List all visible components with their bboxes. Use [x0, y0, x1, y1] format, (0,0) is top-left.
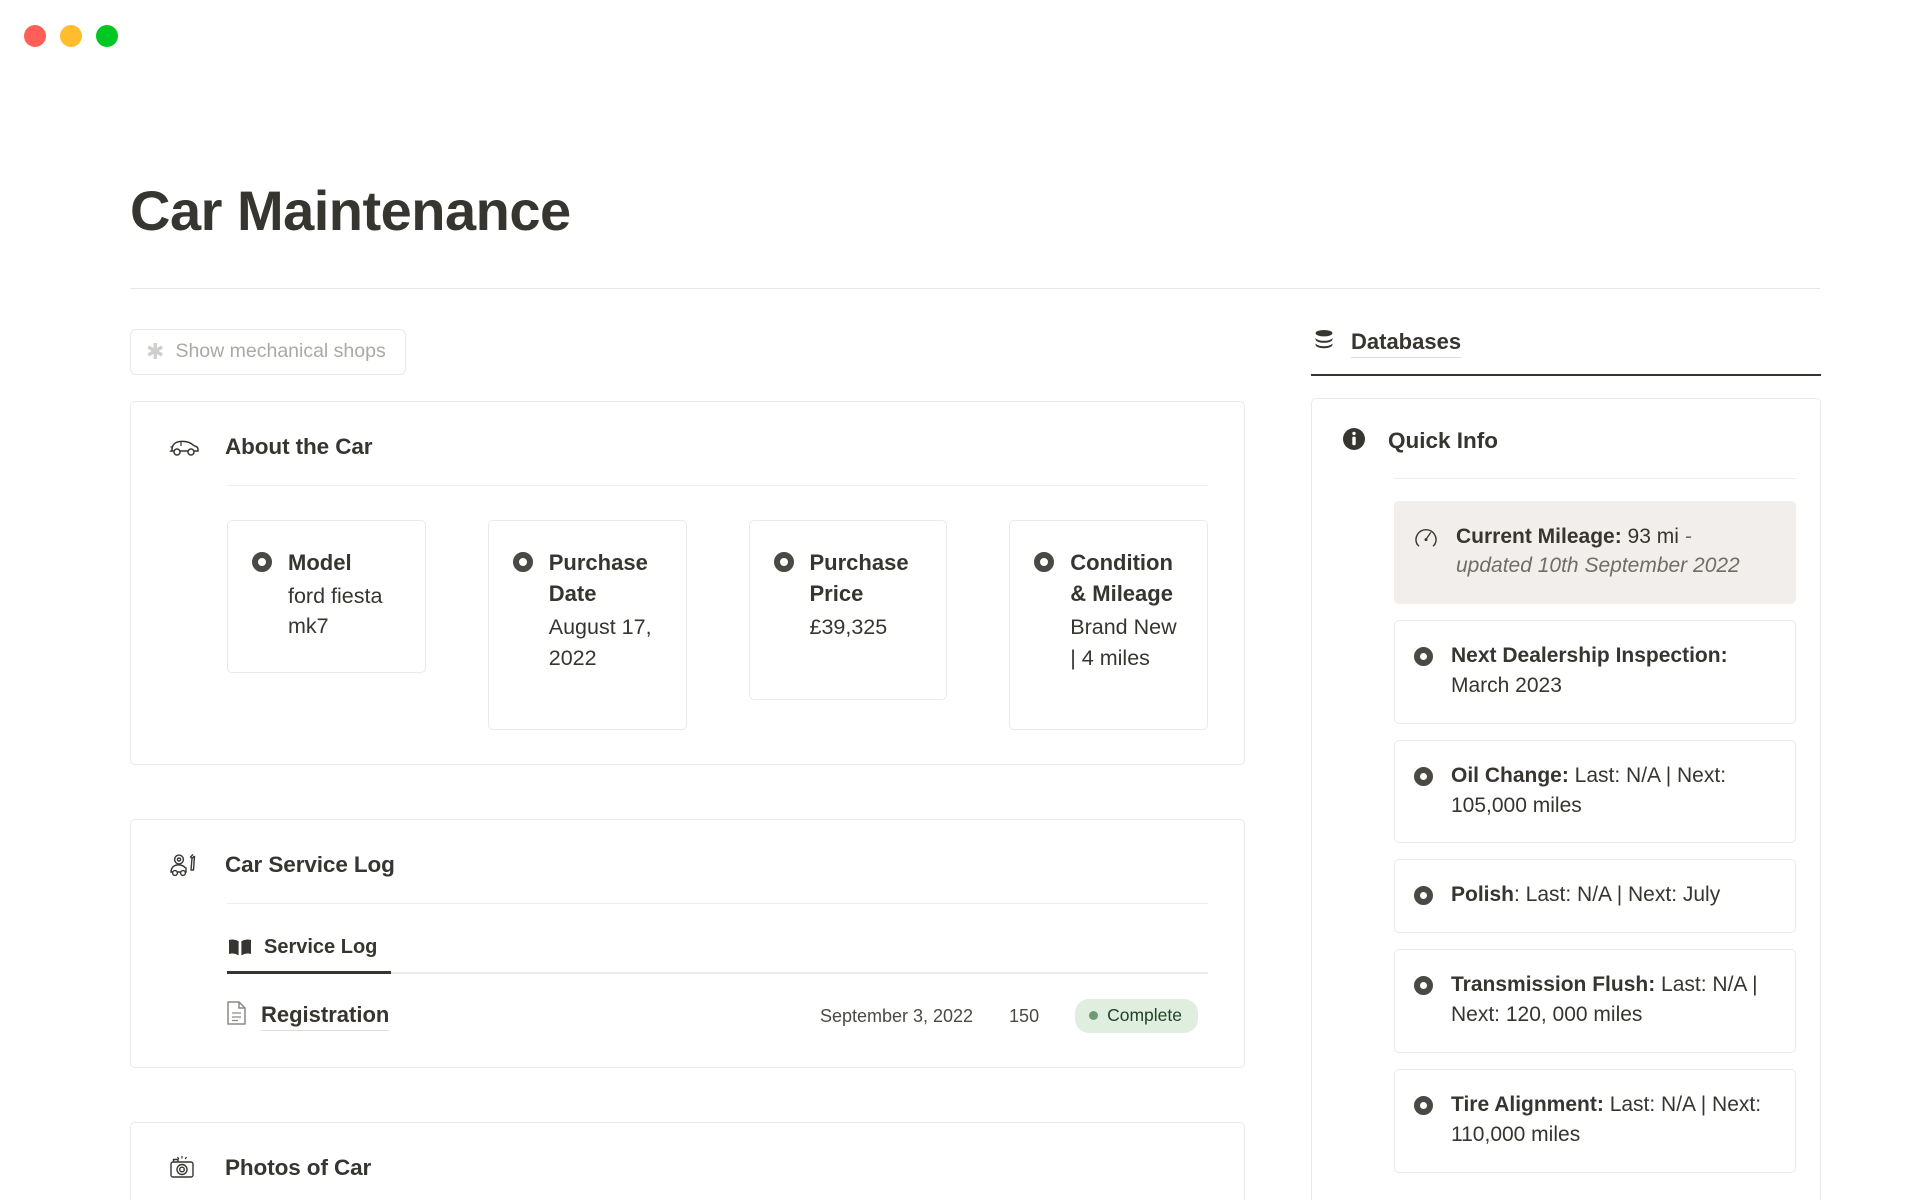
car-icon	[169, 432, 199, 462]
fact-label: Purchase Price	[809, 549, 909, 606]
quick-info-text: Transmission Flush: Last: N/A | Next: 12…	[1451, 970, 1773, 1030]
tab-databases-label: Databases	[1351, 329, 1462, 358]
maximize-button[interactable]	[96, 25, 118, 47]
status-dot-icon	[1089, 1011, 1099, 1021]
main-column: ✱ Show mechanical shops About the Car Mo…	[130, 328, 1245, 1200]
quick-info-item-next-dealership-inspection[interactable]: Next Dealership Inspection: March 2023	[1394, 620, 1796, 724]
fact-card-purchase-price[interactable]: Purchase Price £39,325	[748, 519, 948, 700]
fact-card-condition-mileage[interactable]: Condition & Mileage Brand New | 4 miles	[1009, 519, 1208, 731]
fact-head: Purchase Date	[512, 547, 662, 609]
about-divider	[227, 484, 1208, 486]
database-icon	[1313, 329, 1335, 357]
status-badge-label: Complete	[1107, 1005, 1182, 1026]
quick-info-normal: : Last: N/A | Next: July	[1514, 883, 1721, 907]
service-divider	[227, 903, 1208, 905]
open-book-icon	[229, 939, 251, 956]
fact-head: Model	[252, 547, 401, 578]
donut-bullet-icon	[1414, 976, 1433, 996]
quick-info-item-tire-alignment[interactable]: Tire Alignment: Last: N/A | Next: 110,00…	[1394, 1068, 1796, 1173]
show-mechanical-shops-button[interactable]: ✱ Show mechanical shops	[130, 328, 406, 375]
about-the-car-block: About the Car Model ford fiesta mk7 Purc…	[130, 400, 1245, 766]
about-the-car-title: About the Car	[225, 433, 373, 459]
quick-info-text: Oil Change: Last: N/A | Next: 105,000 mi…	[1451, 761, 1773, 821]
log-row-number: 150	[1009, 1005, 1040, 1026]
fact-card-purchase-date[interactable]: Purchase Date August 17, 2022	[487, 519, 687, 731]
quick-info-item-polish[interactable]: Polish: Last: N/A | Next: July	[1394, 859, 1796, 934]
donut-bullet-icon	[1414, 886, 1433, 906]
quick-info-bold: Next Dealership Inspection:	[1451, 644, 1728, 668]
quick-info-item-oil-change[interactable]: Oil Change: Last: N/A | Next: 105,000 mi…	[1394, 739, 1796, 844]
photos-of-car-header: Photos of Car	[167, 1153, 1208, 1183]
donut-bullet-icon	[773, 551, 794, 572]
log-row-meta: September 3, 2022 150 Complete	[819, 999, 1198, 1034]
fact-value: August 17, 2022	[548, 615, 652, 670]
page-title: Car Maintenance	[130, 179, 571, 242]
donut-bullet-icon	[1034, 551, 1055, 572]
photos-of-car-title: Photos of Car	[225, 1155, 372, 1181]
tab-databases[interactable]: Databases	[1311, 329, 1467, 374]
status-badge: Complete	[1075, 999, 1198, 1034]
asterisk-icon: ✱	[146, 338, 165, 364]
car-service-log-block: Car Service Log Service Log Registration…	[130, 819, 1245, 1069]
page-body: Car Maintenance ✱ Show mechanical shops	[0, 180, 1920, 1200]
quick-info-text: Next Dealership Inspection: March 2023	[1451, 641, 1773, 701]
photos-of-car-block: Photos of Car Interior Exterior	[130, 1122, 1245, 1200]
quick-info-text: Current Mileage: 93 mi - updated 10th Se…	[1456, 522, 1773, 582]
camera-icon	[169, 1153, 199, 1183]
tab-service-log-label: Service Log	[264, 936, 378, 959]
fact-head: Purchase Price	[773, 547, 923, 609]
car-service-log-header: Car Service Log	[167, 850, 1208, 880]
quick-info-text: Tire Alignment: Last: N/A | Next: 110,00…	[1451, 1090, 1773, 1150]
log-row-date: September 3, 2022	[819, 1005, 974, 1026]
quick-info-normal: March 2023	[1451, 674, 1562, 698]
content-columns: ✱ Show mechanical shops About the Car Mo…	[130, 328, 1821, 1200]
registration-link[interactable]: Registration	[261, 1002, 390, 1031]
show-mechanical-shops-label: Show mechanical shops	[175, 339, 386, 362]
fact-head: Condition & Mileage	[1034, 547, 1183, 609]
quick-info-normal: 93 mi	[1621, 524, 1685, 548]
quick-info-title: Quick Info	[1388, 428, 1499, 454]
databases-tabbar: Databases	[1311, 329, 1821, 376]
quick-info-bold: Tire Alignment:	[1451, 1092, 1604, 1116]
quick-info-text: Polish: Last: N/A | Next: July	[1451, 880, 1720, 910]
fact-card-model[interactable]: Model ford fiesta mk7	[227, 519, 426, 673]
fact-label: Purchase Date	[548, 549, 648, 606]
car-repair-icon	[169, 850, 199, 880]
minimize-button[interactable]	[60, 25, 82, 47]
fact-value: £39,325	[809, 615, 888, 640]
tab-service-log[interactable]: Service Log	[227, 932, 392, 975]
gauge-icon	[1414, 526, 1438, 548]
quick-info-divider	[1394, 477, 1796, 479]
document-icon	[227, 1001, 246, 1031]
table-row[interactable]: Registration September 3, 2022 150 Compl…	[227, 999, 1208, 1034]
sidebar-column: Databases Quick Info Current Mileage: 93…	[1311, 329, 1821, 1200]
window-titlebar	[0, 0, 1920, 72]
fact-label: Model	[288, 549, 352, 575]
quick-info-bold: Current Mileage:	[1456, 524, 1622, 548]
service-tabbar: Service Log	[227, 932, 1208, 975]
quick-info-bold: Polish	[1451, 883, 1515, 907]
donut-bullet-icon	[1414, 647, 1433, 667]
fact-label: Condition & Mileage	[1070, 549, 1173, 606]
fact-value: ford fiesta mk7	[288, 583, 383, 639]
quick-info-bold: Transmission Flush:	[1451, 973, 1656, 997]
about-facts-row: Model ford fiesta mk7 Purchase Date Augu…	[227, 519, 1208, 731]
donut-bullet-icon	[1414, 766, 1433, 786]
title-divider	[130, 287, 1820, 289]
donut-bullet-icon	[252, 551, 272, 572]
quick-info-header: Quick Info	[1336, 427, 1796, 456]
quick-info-bold: Oil Change:	[1451, 763, 1569, 787]
quick-info-item-transmission-flush[interactable]: Transmission Flush: Last: N/A | Next: 12…	[1394, 949, 1796, 1053]
quick-info-panel: Quick Info Current Mileage: 93 mi - upda…	[1311, 397, 1821, 1200]
quick-info-item-current-mileage[interactable]: Current Mileage: 93 mi - updated 10th Se…	[1394, 500, 1796, 605]
info-icon	[1342, 427, 1366, 456]
close-button[interactable]	[24, 25, 46, 47]
log-row-name: Registration	[227, 1001, 390, 1031]
donut-bullet-icon	[1414, 1095, 1433, 1115]
donut-bullet-icon	[512, 551, 533, 572]
car-service-log-title: Car Service Log	[225, 852, 395, 878]
fact-value: Brand New | 4 miles	[1070, 615, 1177, 670]
about-the-car-header: About the Car	[167, 432, 1208, 462]
quick-info-list: Current Mileage: 93 mi - updated 10th Se…	[1394, 500, 1796, 1173]
